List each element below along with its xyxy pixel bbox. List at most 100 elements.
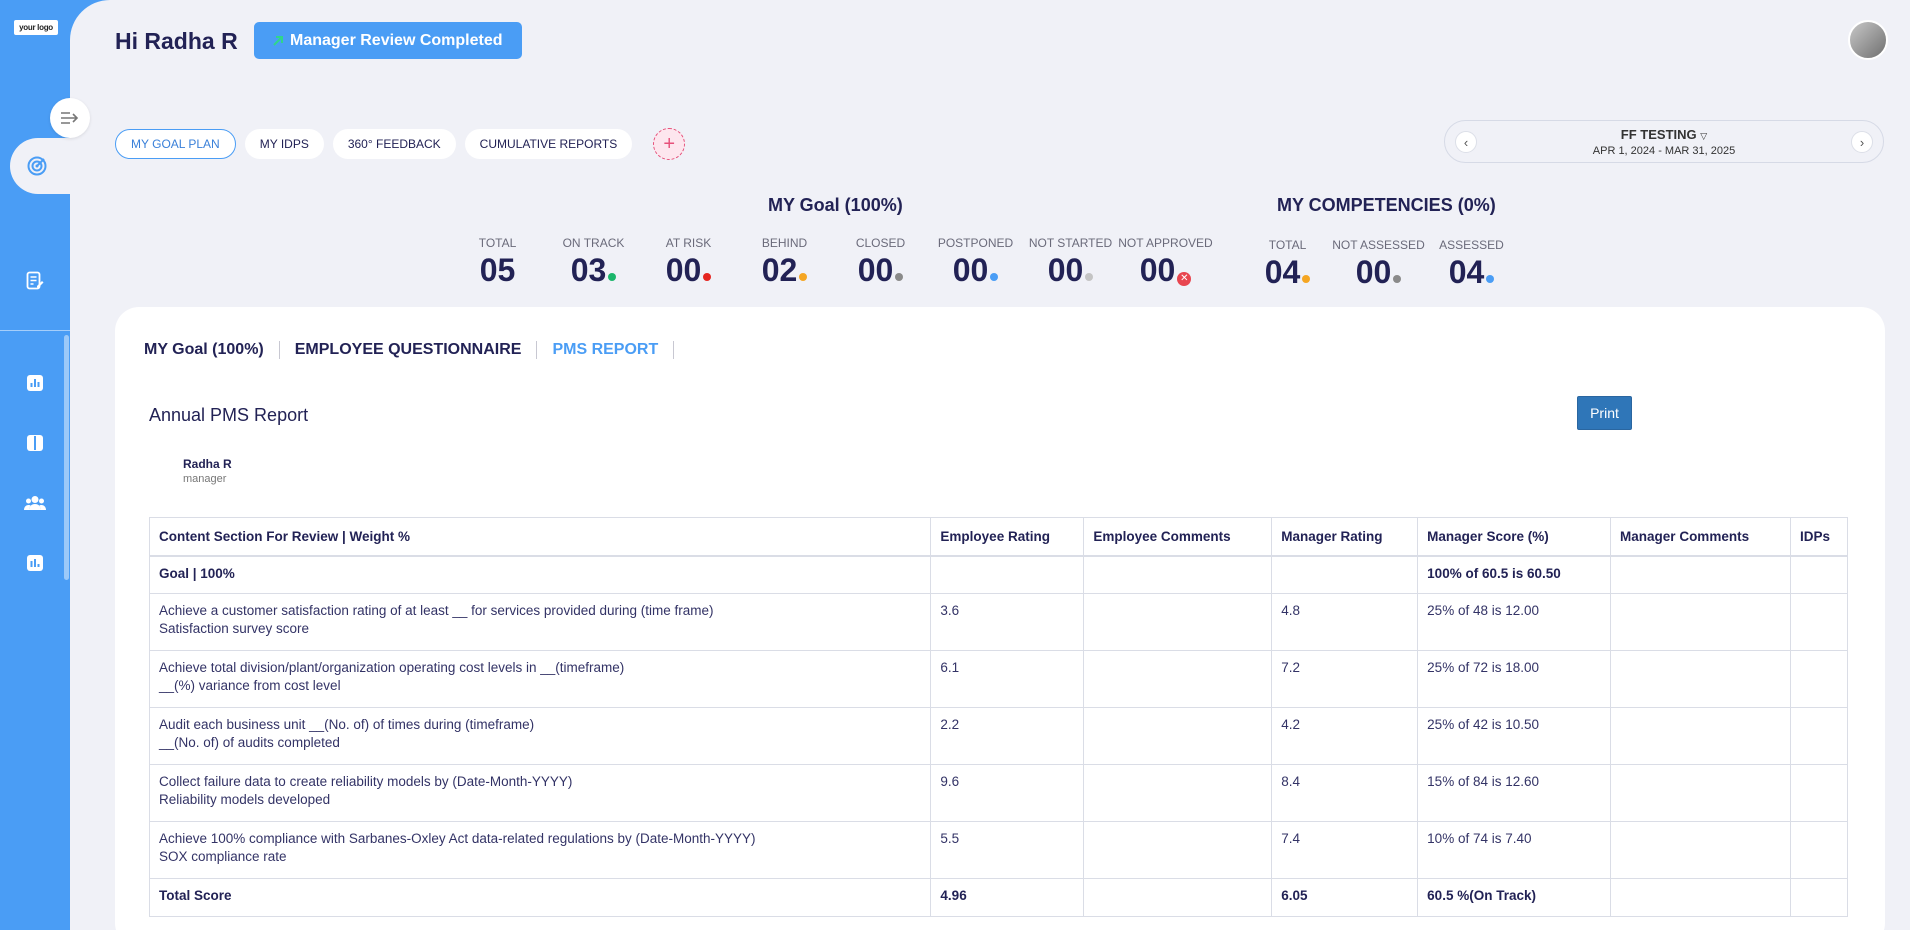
period-dropdown[interactable]: FF TESTING ▽: [1445, 127, 1883, 142]
stat-value: 04: [1448, 254, 1485, 290]
stat-at-risk[interactable]: AT RISK 00: [641, 236, 736, 289]
employee-role: manager: [183, 473, 227, 485]
stat-value: 00: [665, 252, 702, 288]
idps-cell: [1789, 650, 1849, 708]
total-manager-rating: 6.05: [1271, 878, 1419, 917]
stat-label: NOT ASSESSED: [1332, 238, 1425, 252]
table-row: Achieve 100% compliance with Sarbanes-Ox…: [148, 821, 1849, 879]
stat-label: POSTPONED: [937, 236, 1014, 250]
manager-comments-cell: [1610, 650, 1791, 708]
sidebar-item-board[interactable]: [24, 432, 46, 454]
goal-metric: __(No. of) of audits completed: [159, 735, 340, 750]
subtab-my-goal[interactable]: MY Goal (100%): [144, 341, 280, 359]
main-content: Hi Radha R Manager Review Completed MY G…: [70, 0, 1910, 930]
table-row: Achieve a customer satisfaction rating o…: [148, 593, 1849, 651]
subtab-employee-questionnaire[interactable]: EMPLOYEE QUESTIONNAIRE: [280, 341, 538, 359]
stat-not-started[interactable]: NOT STARTED 00: [1023, 236, 1118, 289]
status-dot-icon: [1393, 275, 1402, 283]
manager-score-cell: 25% of 42 is 10.50: [1417, 707, 1612, 765]
stat-value-wrapper: 00: [641, 252, 736, 289]
sidebar-divider: [0, 330, 70, 331]
stat-postponed[interactable]: POSTPONED 00: [928, 236, 1023, 289]
sidebar-collapse-button[interactable]: [50, 98, 90, 138]
tab-my-goal-plan[interactable]: MY GOAL PLAN: [115, 129, 236, 159]
stat-assessed[interactable]: ASSESSED 04: [1424, 238, 1519, 291]
employee-comments-cell: [1083, 821, 1273, 879]
stat-label: ASSESSED: [1439, 238, 1504, 252]
stat-value-wrapper: 04: [1240, 254, 1335, 291]
table-cell: [930, 555, 1085, 594]
status-dot-icon: [608, 273, 617, 281]
goal-title: Achieve a customer satisfaction rating o…: [159, 603, 714, 618]
goal-section-title: MY Goal (100%): [768, 195, 903, 215]
table-cell: [1789, 555, 1849, 594]
table-cell: [1610, 878, 1791, 917]
stat-total[interactable]: TOTAL 05: [450, 236, 545, 289]
add-tab-button[interactable]: +: [653, 128, 686, 160]
table-header-row: Content Section For Review | Weight % Em…: [148, 517, 1849, 557]
stat-on-track[interactable]: ON TRACK 03: [546, 236, 641, 289]
users-icon: [24, 496, 46, 510]
column-header: Manager Rating: [1271, 517, 1419, 557]
main-tabs: MY GOAL PLAN MY IDPS 360° FEEDBACK CUMUL…: [115, 128, 686, 160]
employee-rating-cell: 9.6: [930, 764, 1085, 822]
period-next-button[interactable]: ›: [1851, 131, 1873, 153]
tab-my-idps[interactable]: MY IDPS: [244, 129, 324, 159]
goal-cell: Audit each business unit __(No. of) of t…: [148, 707, 932, 765]
stat-not-assessed[interactable]: NOT ASSESSED 00: [1331, 238, 1426, 291]
tab-360-feedback[interactable]: 360° FEEDBACK: [332, 129, 456, 159]
stat-value-wrapper: 05: [450, 252, 545, 289]
stat-closed[interactable]: CLOSED 00: [833, 236, 928, 289]
table-cell: [1789, 878, 1849, 917]
stat-value-wrapper: 03: [546, 252, 641, 289]
table-row: Audit each business unit __(No. of) of t…: [148, 707, 1849, 765]
status-dot-icon: [1486, 275, 1495, 283]
report-title: Annual PMS Report: [149, 405, 309, 425]
stat-value: 00: [1139, 252, 1176, 288]
column-header: Manager Comments: [1610, 517, 1791, 557]
goal-cell: Collect failure data to create reliabili…: [148, 764, 932, 822]
stat-behind[interactable]: BEHIND 02: [737, 236, 832, 289]
status-dot-icon: [703, 273, 712, 281]
bar-chart-icon: [27, 375, 43, 391]
manager-comments-cell: [1610, 707, 1791, 765]
company-logo: your logo: [14, 20, 58, 35]
goal-section-score: 100% of 60.5 is 60.50: [1417, 555, 1612, 594]
columns-icon: [27, 435, 43, 451]
review-status-button[interactable]: Manager Review Completed: [254, 22, 522, 59]
user-avatar[interactable]: [1848, 20, 1888, 60]
sidebar-scrollbar[interactable]: [64, 335, 69, 580]
review-status-label: Manager Review Completed: [290, 31, 503, 49]
manager-score-cell: 25% of 48 is 12.00: [1417, 593, 1612, 651]
analytics-icon: [27, 555, 43, 571]
goal-metric: SOX compliance rate: [159, 849, 287, 864]
sidebar-item-reports[interactable]: [24, 372, 46, 394]
goal-metric: __(%) variance from cost level: [159, 678, 341, 693]
stat-label: BEHIND: [761, 236, 808, 250]
pms-report-table: Content Section For Review | Weight % Em…: [148, 517, 1849, 917]
stat-value-wrapper: 00: [1023, 252, 1118, 289]
tab-cumulative-reports[interactable]: CUMULATIVE REPORTS: [464, 129, 633, 159]
subtab-pms-report[interactable]: PMS REPORT: [537, 341, 675, 359]
document-edit-icon: [26, 271, 44, 290]
manager-score-cell: 10% of 74 is 7.40: [1417, 821, 1612, 879]
table-cell: [1271, 555, 1419, 594]
sidebar-item-analytics[interactable]: [24, 552, 46, 574]
sidebar-item-team[interactable]: [24, 492, 46, 514]
status-dot-icon: [1085, 273, 1094, 281]
table-cell: [1083, 878, 1273, 917]
sidebar-item-reviews[interactable]: [24, 270, 46, 292]
print-button[interactable]: Print: [1577, 396, 1632, 430]
employee-comments-cell: [1083, 707, 1273, 765]
stat-total[interactable]: TOTAL 04: [1240, 238, 1335, 291]
stat-value: 00: [1047, 252, 1084, 288]
goal-metric: Reliability models developed: [159, 792, 331, 807]
column-header: Manager Score (%): [1417, 517, 1612, 557]
stat-not-approved[interactable]: NOT APPROVED 00 ✕: [1118, 236, 1213, 289]
total-score-label: Total Score: [148, 878, 932, 917]
column-header: Content Section For Review | Weight %: [148, 517, 932, 557]
stat-value: 02: [761, 252, 798, 288]
goal-title: Achieve total division/plant/organizatio…: [159, 660, 625, 675]
manager-rating-cell: 4.8: [1271, 593, 1419, 651]
stat-value: 00: [1355, 254, 1392, 290]
